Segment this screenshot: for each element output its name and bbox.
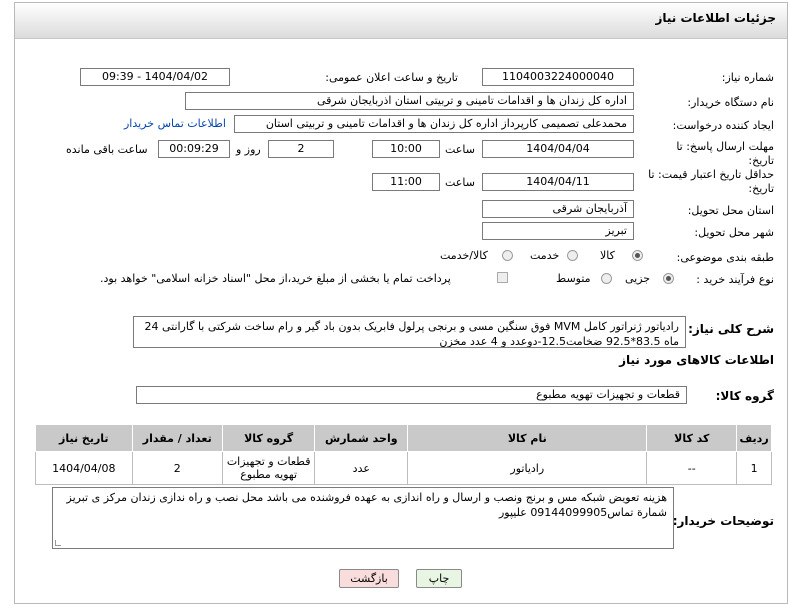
category-radio-goods-service[interactable]: [502, 250, 513, 261]
cell-goods-name: رادیاتور: [407, 451, 648, 485]
deadline-time-label: ساعت: [445, 143, 475, 156]
col-quantity: تعداد / مقدار: [131, 424, 223, 452]
province-label: استان محل تحویل:: [687, 204, 774, 217]
price-validity-date-field: 1404/04/11: [482, 173, 634, 191]
cell-row-index: 1: [736, 451, 772, 485]
province-field: آذربایجان شرقی: [482, 200, 634, 218]
category-radio-goods[interactable]: [632, 250, 643, 261]
col-row-index: ردیف: [736, 424, 772, 452]
deadline-label: مهلت ارسال پاسخ: تا تاریخ:: [676, 140, 774, 167]
cell-quantity: 2: [131, 451, 223, 485]
deadline-date-field: 1404/04/04: [482, 140, 634, 158]
cell-unit: عدد: [314, 451, 409, 485]
description-label: شرح کلی نیاز:: [688, 322, 774, 336]
description-text: رادیاتور ژنراتور کامل MVM فوق سنگین مسی …: [133, 316, 686, 348]
category-radio-service[interactable]: [567, 250, 578, 261]
remaining-time-field: 00:09:29: [158, 140, 230, 158]
payment-checkbox[interactable]: [497, 272, 508, 283]
announce-label: تاریخ و ساعت اعلان عمومی:: [325, 71, 458, 84]
deadline-time-field: 10:00: [372, 140, 440, 158]
cell-goods-group: قطعات و تجهیزات تهویه مطبوع: [221, 451, 316, 485]
price-validity-label: حداقل تاریخ اعتبار قیمت: تا تاریخ:: [648, 168, 774, 195]
col-goods-group: گروه کالا: [221, 424, 316, 452]
city-label: شهر محل تحویل:: [694, 226, 774, 239]
remaining-label: ساعت باقی مانده: [66, 143, 148, 156]
process-medium-label: متوسط: [556, 272, 591, 285]
process-label: نوع فرآیند خرید :: [696, 273, 774, 286]
price-validity-time-label: ساعت: [445, 176, 475, 189]
need-number-field: 1104003224000040: [482, 68, 634, 86]
process-radio-medium[interactable]: [601, 273, 612, 284]
buyer-notes-text: هزینه تعویض شبکه مس و برنج ونصب و ارسال …: [52, 487, 674, 549]
need-number-label: شماره نیاز:: [721, 71, 774, 84]
payment-text: پرداخت تمام یا بخشی از مبلغ خرید،از محل …: [100, 272, 451, 285]
print-button[interactable]: چاپ: [416, 569, 462, 588]
buyer-org-field: اداره کل زندان ها و اقدامات تامینی و ترب…: [185, 92, 634, 110]
col-goods-name: نام کالا: [407, 424, 648, 452]
cell-goods-code: --: [646, 451, 738, 485]
category-label: طبقه بندی موضوعی:: [676, 251, 774, 264]
goods-table-header: ردیف کد کالا نام کالا واحد شمارش گروه کا…: [35, 424, 772, 452]
category-goods-service-label: کالا/خدمت: [440, 249, 488, 262]
city-field: تبریز: [482, 222, 634, 240]
cell-need-date: 1404/04/08: [35, 451, 133, 485]
col-need-date: تاریخ نیاز: [35, 424, 133, 452]
goods-section-title: اطلاعات کالاهای مورد نیاز: [619, 353, 774, 367]
buyer-contact-link[interactable]: اطلاعات تماس خریدار: [124, 117, 226, 130]
back-button[interactable]: بازگشت: [339, 569, 399, 588]
table-row: 1 -- رادیاتور عدد قطعات و تجهیزات تهویه …: [35, 451, 772, 485]
announce-field: 1404/04/02 - 09:39: [80, 68, 230, 86]
col-unit: واحد شمارش: [314, 424, 409, 452]
creator-label: ایجاد کننده درخواست:: [672, 119, 774, 132]
col-goods-code: کد کالا: [646, 424, 738, 452]
goods-group-field: قطعات و تجهیزات تهویه مطبوع: [136, 386, 687, 404]
buyer-org-label: نام دستگاه خریدار:: [687, 96, 774, 109]
goods-table: ردیف کد کالا نام کالا واحد شمارش گروه کا…: [35, 424, 772, 485]
price-validity-time-field: 11:00: [372, 173, 440, 191]
goods-group-label: گروه کالا:: [715, 389, 774, 403]
page-title: جزئیات اطلاعات نیاز: [655, 11, 776, 25]
days-label: روز و: [236, 143, 261, 156]
category-goods-label: کالا: [600, 249, 615, 262]
days-field: 2: [268, 140, 334, 158]
buyer-notes-label: توضیحات خریدار:: [672, 514, 774, 528]
process-radio-minor[interactable]: [663, 273, 674, 284]
resize-grip-icon[interactable]: [55, 540, 61, 546]
process-minor-label: جزیی: [625, 272, 651, 285]
category-service-label: خدمت: [530, 249, 560, 262]
creator-field: محمدعلی تصمیمی کارپرداز اداره کل زندان ه…: [234, 115, 634, 133]
